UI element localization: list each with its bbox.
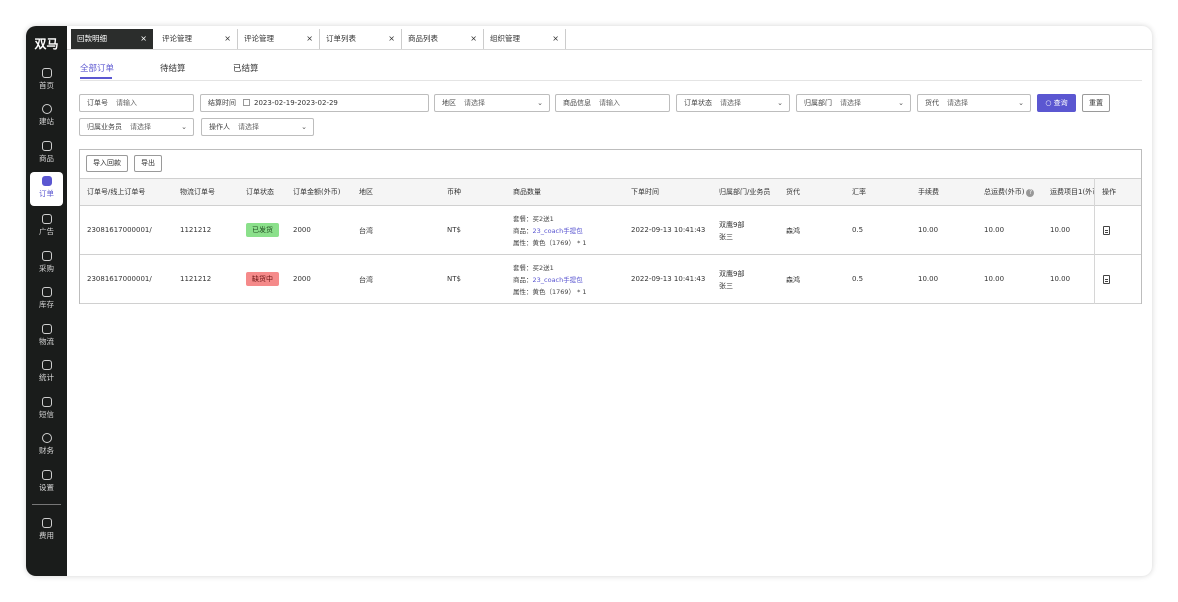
close-icon[interactable]: × bbox=[140, 29, 147, 49]
subtab-pending[interactable]: 待结算 bbox=[160, 62, 186, 74]
chevron-down-icon: ⌄ bbox=[1018, 99, 1024, 107]
cart-icon bbox=[41, 251, 52, 261]
sidebar-item-logistics[interactable]: 物流 bbox=[30, 320, 63, 352]
close-icon[interactable]: × bbox=[306, 29, 313, 49]
col-freight-item1: 运费项目1(外币) bbox=[1050, 188, 1094, 196]
col-currency: 币种 bbox=[447, 188, 461, 196]
sidebar-item-ads[interactable]: 广告 bbox=[30, 210, 63, 242]
subtab-indicator bbox=[80, 77, 112, 79]
document-icon[interactable] bbox=[1103, 275, 1110, 284]
table-row: 23081617000001/ 1121212 已发货 2000 台湾 NT$ … bbox=[80, 206, 1141, 255]
sidebar-item-home[interactable]: 首页 bbox=[30, 64, 63, 96]
sidebar-item-products[interactable]: 商品 bbox=[30, 137, 63, 169]
export-button[interactable]: 导出 bbox=[134, 155, 162, 172]
chevron-down-icon: ⌄ bbox=[777, 99, 783, 107]
sidebar-item-sms[interactable]: 短信 bbox=[30, 393, 63, 425]
col-rate: 汇率 bbox=[852, 188, 866, 196]
product-link[interactable]: 23_coach手提包 bbox=[533, 276, 583, 284]
sidebar-divider bbox=[32, 504, 61, 505]
close-icon[interactable]: × bbox=[470, 29, 477, 49]
tab-review-1[interactable]: 评论管理 × bbox=[156, 29, 238, 49]
tab-divider bbox=[67, 49, 1152, 50]
tab-product-list[interactable]: 商品列表 × bbox=[402, 29, 484, 49]
ad-icon bbox=[41, 214, 52, 224]
tab-org-manage[interactable]: 组织管理 × bbox=[484, 29, 566, 49]
status-badge: 已发货 bbox=[246, 223, 279, 237]
chevron-down-icon: ⌄ bbox=[537, 99, 543, 107]
truck-icon bbox=[41, 324, 52, 334]
subtab-divider bbox=[80, 80, 1142, 81]
tab-review-2[interactable]: 评论管理 × bbox=[238, 29, 320, 49]
search-button[interactable]: ○ 查询 bbox=[1037, 94, 1076, 112]
box-icon bbox=[41, 287, 52, 297]
close-icon[interactable]: × bbox=[224, 29, 231, 49]
col-region: 地区 bbox=[359, 188, 373, 196]
sidebar-item-stats[interactable]: 统计 bbox=[30, 356, 63, 388]
settings-icon bbox=[41, 470, 52, 480]
app-logo: 双马 bbox=[34, 37, 59, 51]
actions-column-divider bbox=[1094, 178, 1095, 304]
col-fee: 手续费 bbox=[918, 188, 939, 196]
operator-select[interactable]: 操作人 请选择 ⌄ bbox=[201, 118, 314, 136]
col-status: 订单状态 bbox=[246, 188, 274, 196]
calendar-icon bbox=[243, 99, 250, 106]
subtab-settled[interactable]: 已结算 bbox=[233, 62, 259, 74]
help-icon[interactable]: ? bbox=[1026, 189, 1035, 197]
wallet-icon bbox=[41, 518, 52, 528]
col-order-time: 下单时间 bbox=[631, 188, 659, 196]
col-quantity: 商品数量 bbox=[513, 188, 541, 196]
tab-payment-detail[interactable]: 回款明细 × bbox=[71, 29, 153, 49]
status-badge: 缺货中 bbox=[246, 272, 279, 286]
settle-time-picker[interactable]: 结算时间 2023-02-19-2023-02-29 bbox=[200, 94, 429, 112]
package-info: 套餐：买2送1 商品：23_coach手提包 属性：黄色（1769） * 1 bbox=[513, 264, 587, 296]
sidebar-item-purchase[interactable]: 采购 bbox=[30, 247, 63, 279]
search-icon: ○ bbox=[1045, 99, 1052, 107]
table-header: 订单号/线上订单号 物流订单号 订单状态 订单金额(外币) 地区 币种 商品数量… bbox=[80, 178, 1141, 206]
sidebar: 双马 首页 建站 商品 订单 广告 采购 库存 物流 统计 短信 财务 设置 费… bbox=[26, 26, 67, 576]
chevron-down-icon: ⌄ bbox=[181, 123, 187, 131]
col-logistics-no: 物流订单号 bbox=[180, 188, 215, 196]
product-info-input[interactable]: 商品信息 请输入 bbox=[555, 94, 670, 112]
order-no-input[interactable]: 订单号 请输入 bbox=[79, 94, 194, 112]
col-actions: 操作 bbox=[1102, 188, 1116, 196]
sidebar-item-site[interactable]: 建站 bbox=[30, 100, 63, 132]
sidebar-item-settings[interactable]: 设置 bbox=[30, 466, 63, 498]
home-icon bbox=[41, 68, 52, 78]
sidebar-item-finance[interactable]: 财务 bbox=[30, 429, 63, 461]
mail-icon bbox=[41, 397, 52, 407]
tab-order-list[interactable]: 订单列表 × bbox=[320, 29, 402, 49]
product-link[interactable]: 23_coach手提包 bbox=[533, 227, 583, 235]
col-total-freight: 总运费(外币)? bbox=[984, 179, 1035, 205]
close-icon[interactable]: × bbox=[388, 29, 395, 49]
order-status-select[interactable]: 订单状态 请选择 ⌄ bbox=[676, 94, 790, 112]
chart-icon bbox=[41, 360, 52, 370]
col-dept-sales: 归属部门/业务员 bbox=[719, 188, 771, 196]
sidebar-item-fees[interactable]: 费用 bbox=[30, 514, 63, 546]
subtab-all-orders[interactable]: 全部订单 bbox=[80, 62, 114, 74]
forwarder-select[interactable]: 货代 请选择 ⌄ bbox=[917, 94, 1031, 112]
region-select[interactable]: 地区 请选择 ⌄ bbox=[434, 94, 550, 112]
col-amount: 订单金额(外币) bbox=[293, 188, 341, 196]
globe-icon bbox=[41, 104, 52, 114]
import-payment-button[interactable]: 导入回款 bbox=[86, 155, 128, 172]
col-order-no: 订单号/线上订单号 bbox=[87, 188, 146, 196]
money-icon bbox=[41, 433, 52, 443]
chevron-down-icon: ⌄ bbox=[898, 99, 904, 107]
col-forwarder: 货代 bbox=[786, 188, 800, 196]
department-select[interactable]: 归属部门 请选择 ⌄ bbox=[796, 94, 911, 112]
sidebar-item-inventory[interactable]: 库存 bbox=[30, 283, 63, 315]
sidebar-item-orders[interactable]: 订单 bbox=[30, 172, 63, 206]
bag-icon bbox=[41, 141, 52, 151]
table-row: 23081617000001/ 1121212 缺货中 2000 台湾 NT$ … bbox=[80, 255, 1141, 304]
reset-button[interactable]: 重置 bbox=[1082, 94, 1110, 112]
salesperson-select[interactable]: 归属业务员 请选择 ⌄ bbox=[79, 118, 194, 136]
package-info: 套餐：买2送1 商品：23_coach手提包 属性：黄色（1769） * 1 bbox=[513, 215, 587, 247]
chevron-down-icon: ⌄ bbox=[301, 123, 307, 131]
close-icon[interactable]: × bbox=[552, 29, 559, 49]
orders-table: 导入回款 导出 订单号/线上订单号 物流订单号 订单状态 订单金额(外币) 地区… bbox=[79, 149, 1142, 304]
document-icon[interactable] bbox=[1103, 226, 1110, 235]
app-window: 双马 首页 建站 商品 订单 广告 采购 库存 物流 统计 短信 财务 设置 费… bbox=[26, 26, 1152, 576]
order-icon bbox=[41, 176, 52, 186]
